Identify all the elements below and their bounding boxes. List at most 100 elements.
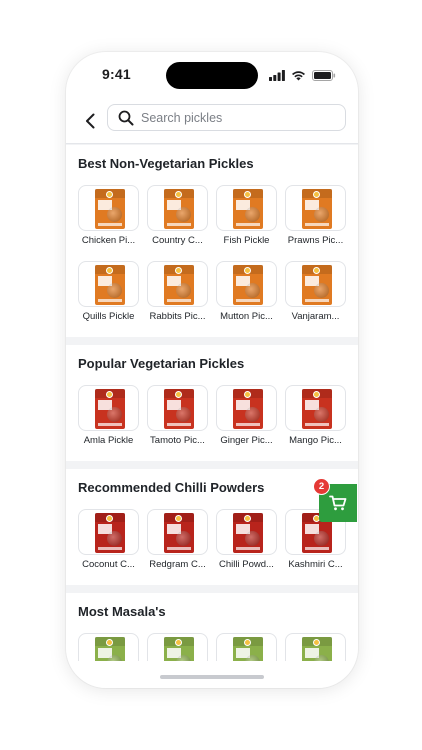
brand-logo-icon xyxy=(313,639,320,646)
product-card[interactable]: Country C... xyxy=(147,185,216,261)
search-input[interactable] xyxy=(141,108,337,128)
product-name: Redgram C... xyxy=(149,559,206,570)
brand-logo-icon xyxy=(244,515,251,522)
product-card[interactable]: Vanjaram... xyxy=(285,261,354,337)
product-card[interactable] xyxy=(78,633,147,661)
product-card[interactable]: Coconut C... xyxy=(78,509,147,585)
product-image xyxy=(147,261,208,307)
product-pack-illustration xyxy=(95,189,125,229)
product-pack-illustration xyxy=(95,389,125,429)
product-pack-illustration xyxy=(164,637,194,661)
product-pack-illustration xyxy=(233,637,263,661)
product-card[interactable]: Tamoto Pic... xyxy=(147,385,216,461)
brand-logo-icon xyxy=(313,267,320,274)
product-name: Coconut C... xyxy=(82,559,135,570)
product-card[interactable]: Redgram C... xyxy=(147,509,216,585)
brand-logo-icon xyxy=(106,391,113,398)
section-masalas: Most Masala's xyxy=(66,593,358,661)
product-name: Tamoto Pic... xyxy=(150,435,205,446)
product-image xyxy=(147,509,208,555)
product-card[interactable] xyxy=(285,633,354,661)
section-non-veg-pickles: Best Non-Vegetarian Pickles Chicken Pi..… xyxy=(66,145,358,337)
product-name: Chilli Powd... xyxy=(219,559,274,570)
brand-logo-icon xyxy=(106,191,113,198)
product-image xyxy=(147,633,208,661)
brand-logo-icon xyxy=(313,391,320,398)
product-grid: Coconut C... Redgram C... Chilli Powd... Ka… xyxy=(78,500,358,585)
product-image xyxy=(285,261,346,307)
product-grid: Amla Pickle Tamoto Pic... Ginger Pic... Man… xyxy=(78,376,358,461)
product-card[interactable]: Mutton Pic... xyxy=(216,261,285,337)
brand-logo-icon xyxy=(175,639,182,646)
brand-logo-icon xyxy=(106,515,113,522)
product-name: Amla Pickle xyxy=(83,435,134,446)
status-bar: 9:41 xyxy=(66,52,358,98)
product-pack-illustration xyxy=(95,637,125,661)
product-pack-illustration xyxy=(302,265,332,305)
product-card[interactable] xyxy=(216,633,285,661)
product-image xyxy=(216,385,277,431)
product-pack-illustration xyxy=(164,189,194,229)
product-image xyxy=(216,633,277,661)
product-pack-illustration xyxy=(164,389,194,429)
product-card[interactable]: Mango Pic... xyxy=(285,385,354,461)
dynamic-island xyxy=(166,62,258,89)
product-image xyxy=(285,633,346,661)
chevron-left-icon xyxy=(86,113,95,129)
product-card[interactable]: Prawns Pic... xyxy=(285,185,354,261)
product-name: Rabbits Pic... xyxy=(149,311,206,322)
product-pack-illustration xyxy=(302,389,332,429)
product-card[interactable]: Fish Pickle xyxy=(216,185,285,261)
product-image xyxy=(285,385,346,431)
brand-logo-icon xyxy=(175,191,182,198)
brand-logo-icon xyxy=(244,639,251,646)
product-name: Chicken Pi... xyxy=(81,235,136,246)
product-card[interactable] xyxy=(147,633,216,661)
product-card[interactable]: Chilli Powd... xyxy=(216,509,285,585)
product-pack-illustration xyxy=(164,265,194,305)
product-image xyxy=(78,185,139,231)
battery-icon xyxy=(312,68,336,86)
phone-frame: 9:41 Best Non-Vegetarian Pickles Chicke xyxy=(66,52,358,688)
product-grid: Chicken Pi... Country C... Fish Pickle Praw… xyxy=(78,176,358,337)
section-title: Most Masala's xyxy=(78,604,166,619)
product-card[interactable]: Amla Pickle xyxy=(78,385,147,461)
product-card[interactable]: Ginger Pic... xyxy=(216,385,285,461)
product-pack-illustration xyxy=(233,389,263,429)
brand-logo-icon xyxy=(244,191,251,198)
brand-logo-icon xyxy=(175,515,182,522)
brand-logo-icon xyxy=(106,267,113,274)
catalog-scroll-area[interactable]: Best Non-Vegetarian Pickles Chicken Pi..… xyxy=(66,145,358,661)
product-image xyxy=(78,261,139,307)
section-veg-pickles: Popular Vegetarian Pickles Amla Pickle Ta… xyxy=(66,345,358,461)
product-pack-illustration xyxy=(233,189,263,229)
search-icon xyxy=(118,110,134,126)
product-name: Quills Pickle xyxy=(82,311,135,322)
cart-count-badge: 2 xyxy=(313,478,330,495)
brand-logo-icon xyxy=(313,191,320,198)
product-name: Mango Pic... xyxy=(289,435,342,446)
product-name: Prawns Pic... xyxy=(287,235,344,246)
product-name: Vanjaram... xyxy=(291,311,340,322)
product-card[interactable]: Quills Pickle xyxy=(78,261,147,337)
brand-logo-icon xyxy=(106,639,113,646)
product-pack-illustration xyxy=(233,265,263,305)
product-card[interactable]: Rabbits Pic... xyxy=(147,261,216,337)
search-box[interactable] xyxy=(107,104,346,131)
product-card[interactable]: Chicken Pi... xyxy=(78,185,147,261)
product-grid xyxy=(78,624,358,661)
home-indicator[interactable] xyxy=(160,675,264,679)
product-name: Fish Pickle xyxy=(223,235,270,246)
product-image xyxy=(78,509,139,555)
product-pack-illustration xyxy=(164,513,194,553)
back-button[interactable] xyxy=(80,110,100,132)
product-pack-illustration xyxy=(233,513,263,553)
cellular-signal-icon xyxy=(269,68,285,86)
brand-logo-icon xyxy=(175,391,182,398)
brand-logo-icon xyxy=(244,267,251,274)
product-image xyxy=(147,185,208,231)
brand-logo-icon xyxy=(244,391,251,398)
product-name: Ginger Pic... xyxy=(220,435,273,446)
product-image xyxy=(216,185,277,231)
product-name: Kashmiri C... xyxy=(288,559,343,570)
